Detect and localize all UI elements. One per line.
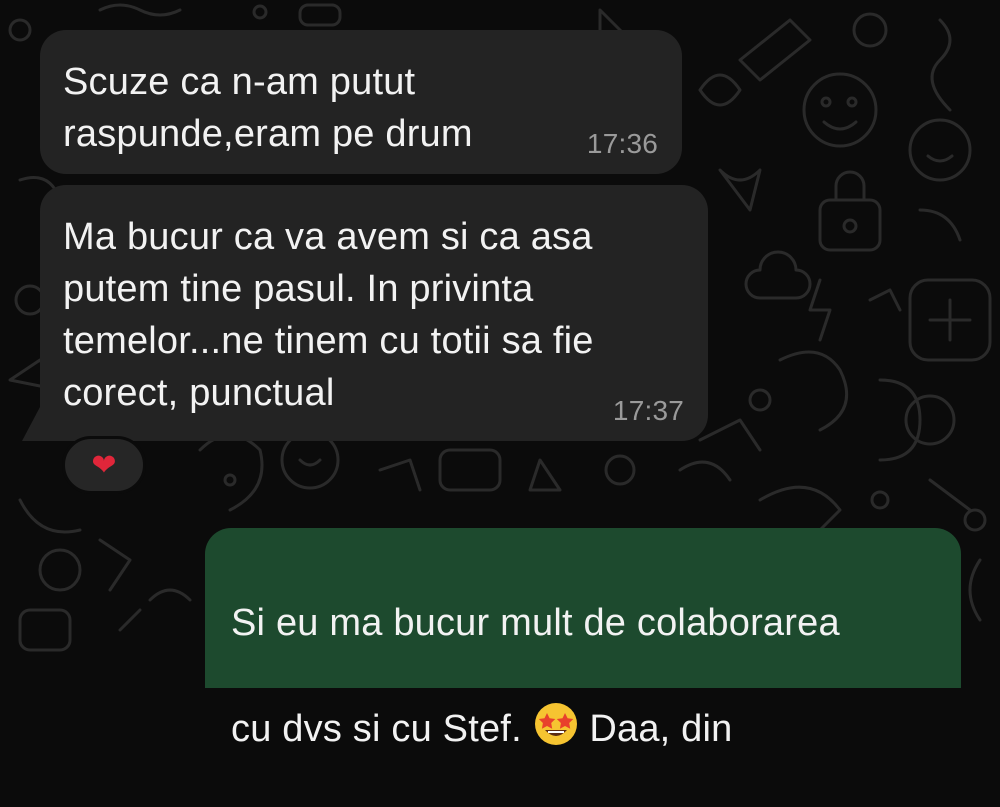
message-timestamp: 17:36 [586, 128, 658, 159]
reaction-heart-icon[interactable]: ❤ [62, 436, 146, 494]
message-bubble-incoming[interactable]: Ma bucur ca va avem si ca asa putem tine… [40, 185, 708, 441]
message-line-text: cu dvs si cu Stef. [231, 708, 533, 750]
message-bubble-incoming[interactable]: Scuze ca n-am putut raspunde,eram pe dru… [40, 30, 682, 174]
message-line: cu dvs si cu Stef. Daa, din [231, 701, 937, 755]
message-text: Ma bucur ca va avem si ca asa putem tine… [63, 216, 594, 414]
message-line: Si eu ma bucur mult de colaborarea [231, 602, 840, 644]
message-line-text: Daa, din [578, 708, 733, 750]
heart-icon: ❤ [91, 447, 117, 483]
star-struck-emoji-icon [534, 703, 577, 745]
message-text: Scuze ca n-am putut raspunde,eram pe dru… [63, 61, 473, 155]
message-timestamp: 17:37 [612, 395, 684, 426]
message-text: Si eu ma bucur mult de colaborarea cu dv… [231, 545, 937, 807]
message-bubble-outgoing[interactable]: Si eu ma bucur mult de colaborarea cu dv… [205, 528, 961, 750]
bubble-tail [22, 407, 40, 441]
